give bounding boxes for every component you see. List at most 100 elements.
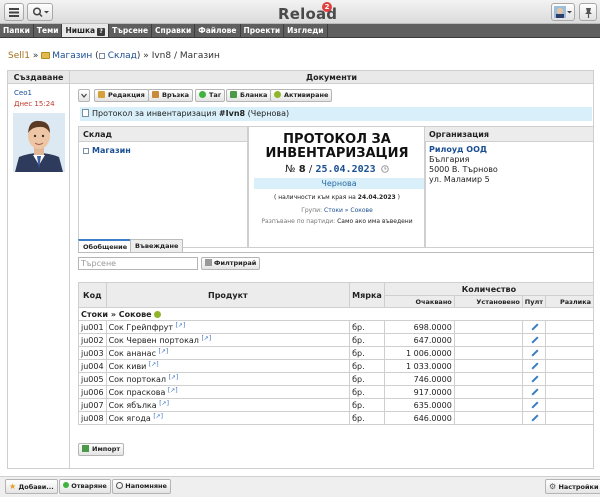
edit-pencil-icon[interactable] [531,413,539,422]
tab-entry[interactable]: Въвеждане [130,239,184,253]
row-product[interactable]: Сок киви [↗] [105,359,351,373]
documents-column-header: Документи [70,71,593,84]
external-link-icon[interactable]: [↗] [169,374,179,381]
external-link-icon[interactable]: [↗] [201,335,211,342]
qty-note-prefix: ( наличности към края на [274,194,356,201]
breadcrumb-separator: » [32,51,39,61]
tab-thread[interactable]: Нишка? [62,24,110,37]
row-pult [521,359,547,373]
row-code: ju001 [78,320,107,334]
tab-summary[interactable]: Обобщение [78,239,133,253]
table-row: ju002 Сок Червен портокал [↗] бр. 647.0000 [78,333,594,347]
document-icon [82,109,89,117]
remind-button[interactable]: Напомняне [112,479,171,494]
row-expected: 698.0000 [383,320,455,334]
edit-pencil-icon[interactable] [531,400,539,409]
edit-pencil-icon[interactable] [531,387,539,396]
edit-pencil-icon[interactable] [531,374,539,383]
tab-search[interactable]: Търсене [109,24,153,37]
activate-icon [274,91,281,98]
row-entered [453,333,523,347]
row-product[interactable]: Сок Грейпфрут [↗] [105,320,351,334]
col-expected: Очаквано [383,295,455,308]
link-label: Връзка [162,91,190,99]
external-link-icon[interactable]: [↗] [176,322,186,329]
row-entered [453,346,523,360]
edit-button[interactable]: Редакция [94,89,149,102]
row-code: ju008 [78,411,107,425]
external-link-icon[interactable]: [↗] [153,413,163,420]
row-product[interactable]: Сок праскова [↗] [105,385,351,399]
filter-button[interactable]: Филтрирай [201,257,261,270]
user-menu-button[interactable] [551,3,575,21]
qty-note-date: 24.04.2023 [357,194,396,201]
qty-note-suffix: ) [397,194,400,201]
hamburger-icon [9,7,19,17]
main-nav: Папки Теми Нишка? Търсене Справки Файлов… [0,24,600,38]
tag-label: Таг [209,91,222,99]
external-link-icon[interactable]: [↗] [168,387,178,394]
link-button[interactable]: Връзка [148,89,194,102]
row-product[interactable]: Сок ябълка [↗] [105,398,351,412]
row-product[interactable]: Сок ягода [↗] [105,411,351,425]
row-product[interactable]: Сок портокал [↗] [105,372,351,386]
avatar [13,113,65,172]
edit-label: Редакция [108,91,145,99]
settings-button[interactable]: ⚙ Настройки [545,479,600,494]
open-button[interactable]: Отваряне [59,479,111,494]
tab-files[interactable]: Файлове [195,24,241,37]
notification-badge[interactable]: 2 [322,2,332,12]
import-button[interactable]: Импорт [78,443,125,456]
tab-reports[interactable]: Справки [152,24,196,37]
edit-pencil-icon[interactable] [531,348,539,357]
edit-pencil-icon[interactable] [531,335,539,344]
row-code: ju004 [78,359,107,373]
col-quantity: Количество [383,282,595,296]
external-link-icon[interactable]: [↗] [159,400,169,407]
created-date: Днес 15:24 [14,100,55,108]
store-link[interactable]: Магазин [79,142,247,159]
breadcrumb-root[interactable]: Sell1 [8,51,30,61]
edit-pencil-icon[interactable] [531,361,539,370]
user-avatar-icon [554,6,572,18]
activate-button[interactable]: Активиране [270,89,333,102]
row-pult [521,346,547,360]
external-link-icon[interactable]: [↗] [149,361,159,368]
settings-label: Настройки [558,483,599,491]
groups-value[interactable]: Стоки » Сокове [324,207,373,214]
menu-button[interactable] [4,3,24,21]
breadcrumb-document: Ivn8 / Магазин [151,51,220,61]
tab-views[interactable]: Изгледи [284,24,328,37]
table-row: ju007 Сок ябълка [↗] бр. 635.0000 [78,398,594,412]
tag-button[interactable]: Таг [195,89,226,102]
blank-button[interactable]: Бланка [226,89,272,102]
row-code: ju003 [78,346,107,360]
search-input[interactable]: Търсене [78,257,198,270]
external-link-icon[interactable]: [↗] [159,348,169,355]
organization-name[interactable]: Рилоуд ООД [429,145,589,155]
search-menu-button[interactable] [27,3,53,21]
add-label: Добави... [18,483,54,491]
expand-button[interactable] [78,89,90,102]
row-product[interactable]: Сок ананас [↗] [105,346,351,360]
products-table: Код Продукт Мярка Количество Очаквано Ус… [78,282,595,425]
breadcrumb-paren-close: ) [136,51,141,61]
tab-folders[interactable]: Папки [0,24,34,37]
tab-projects[interactable]: Проекти [241,24,285,37]
protocol-number: #Ivn8 [218,109,246,118]
tab-topics[interactable]: Теми [34,24,63,37]
document-number-line: № 8 / 25.04.2023 [249,164,425,175]
add-button[interactable]: ★ Добави... [5,479,58,494]
row-unit: бр. [349,411,385,425]
filter-label: Филтрирай [214,259,257,267]
breadcrumb-store[interactable]: Склад [108,51,137,61]
pin-button[interactable] [579,3,597,21]
row-product-name: Сок ябълка [108,401,157,410]
edit-pencil-icon[interactable] [531,322,539,331]
breadcrumb-folder[interactable]: Магазин [52,51,92,61]
store-panel-title: Склад [79,127,247,142]
help-icon[interactable]: ? [97,28,106,36]
row-expected: 635.0000 [383,398,455,412]
row-product[interactable]: Сок Червен портокал [↗] [105,333,351,347]
author-name[interactable]: Ceo1 [14,89,32,97]
